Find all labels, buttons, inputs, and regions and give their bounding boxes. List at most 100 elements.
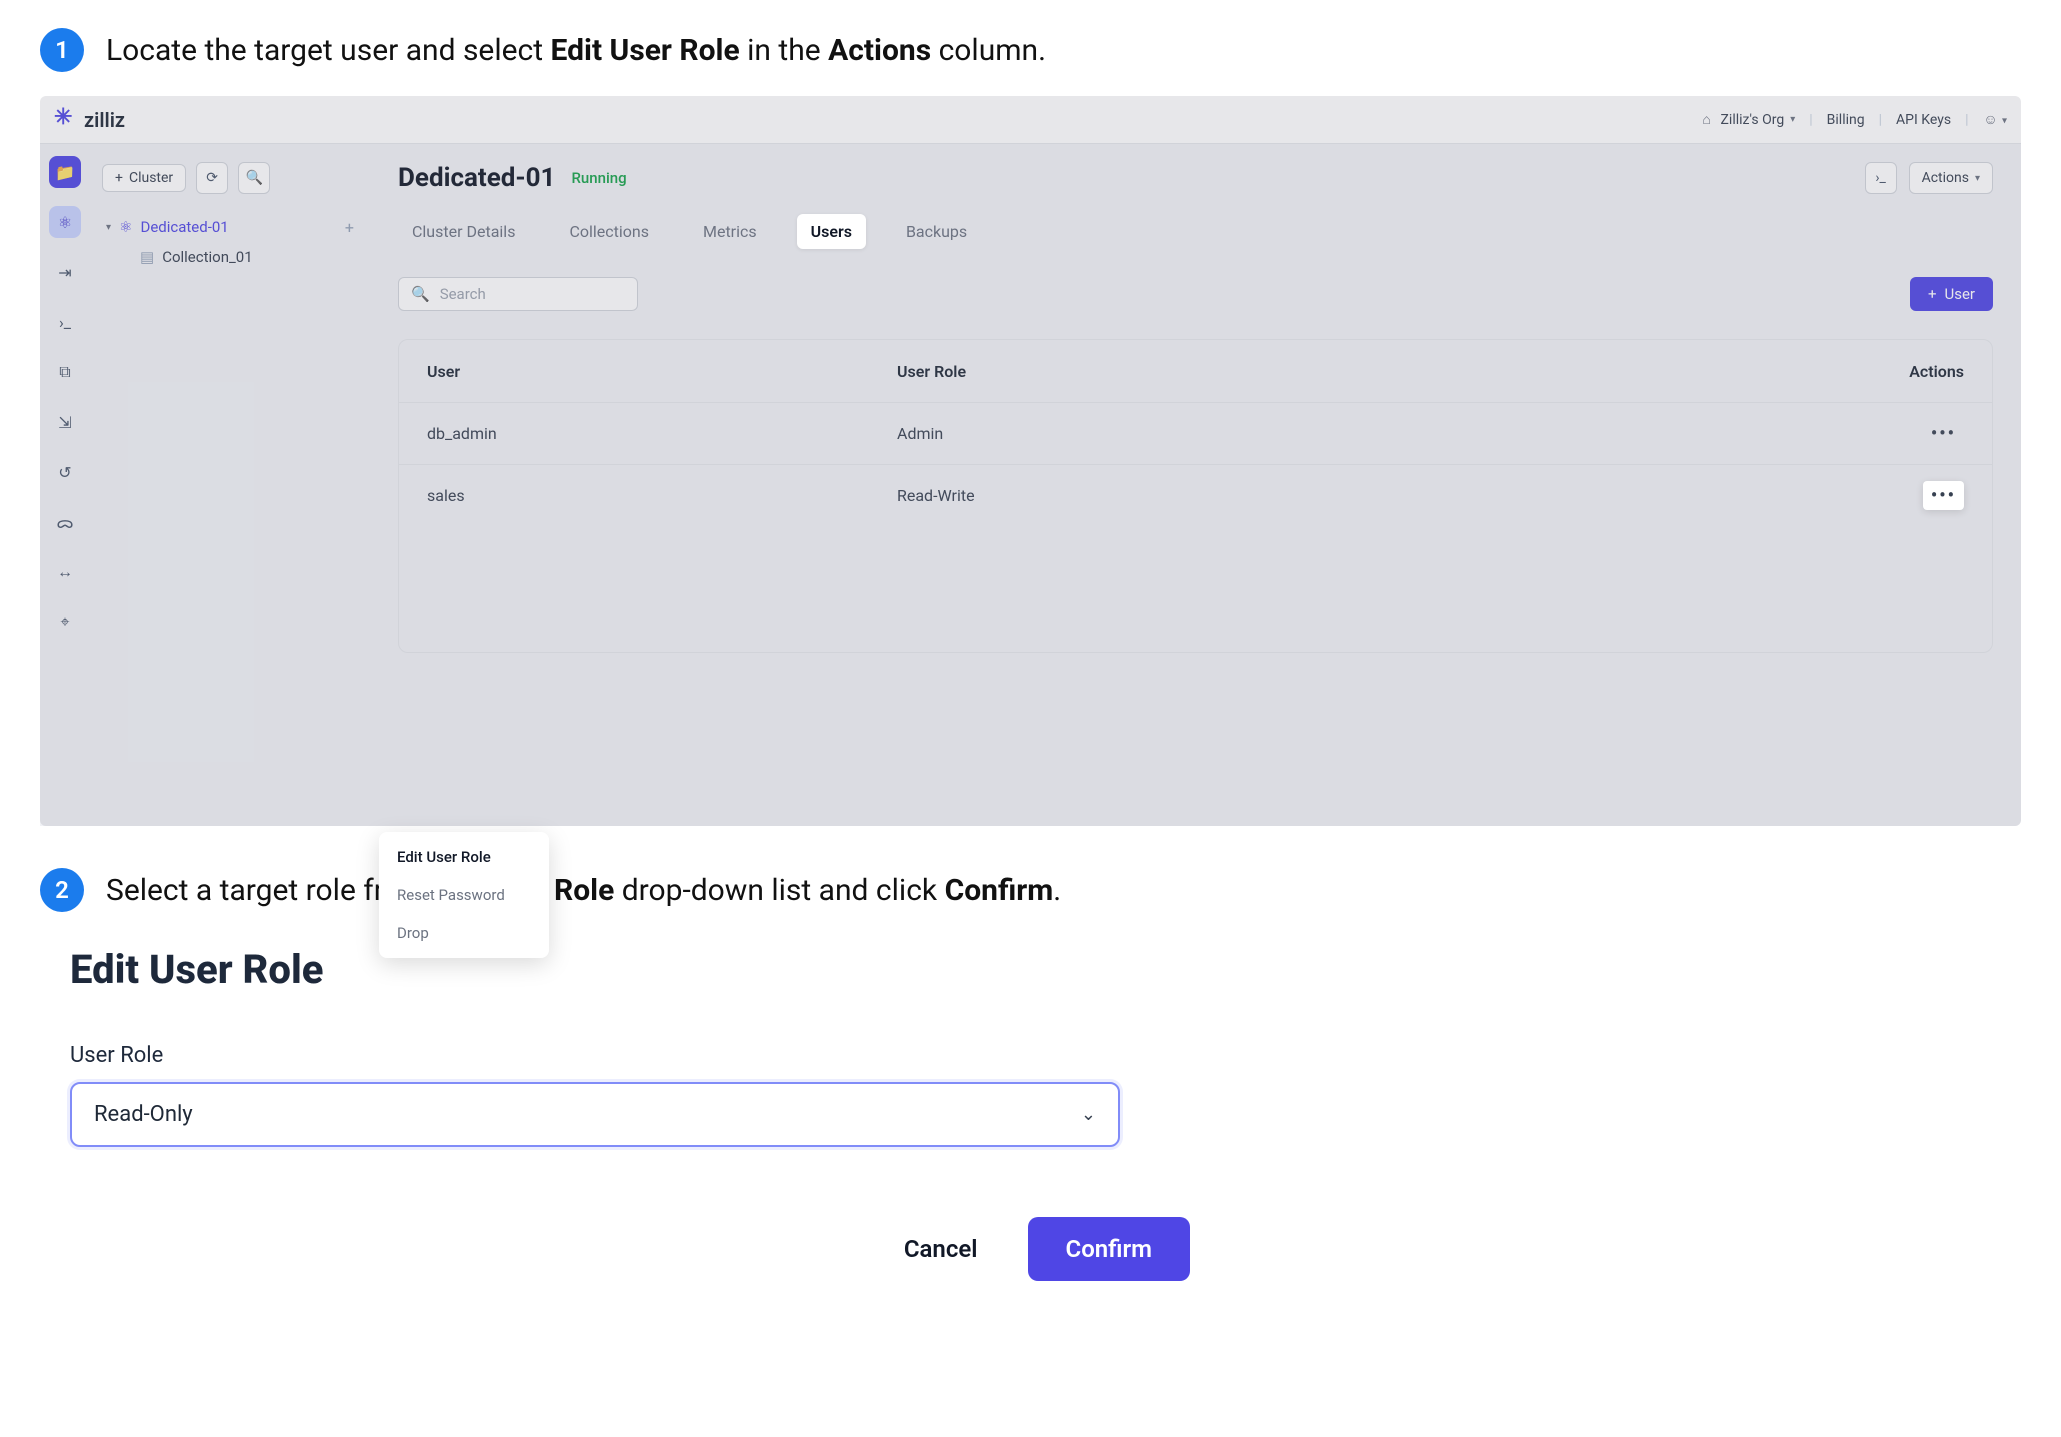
dialog-title: Edit User Role <box>70 946 1130 993</box>
actions-dropdown[interactable]: Actions ▾ <box>1909 162 1993 194</box>
step-2-badge: 2 <box>40 868 84 912</box>
cli-button[interactable]: ›_ <box>1865 162 1897 194</box>
actions-label: Actions <box>1922 170 1969 186</box>
tree-cluster-row[interactable]: ▾ ⚛ Dedicated-01 + <box>102 212 358 242</box>
rail-graph[interactable]: ⚛ <box>49 206 81 238</box>
col-user: User <box>427 362 897 381</box>
search-placeholder: Search <box>440 285 486 303</box>
edit-user-role-dialog: Edit User Role User Role Read-Only ⌄ Can… <box>40 936 1160 1281</box>
step-2-text: Select a target role from the User Role … <box>106 873 1061 908</box>
rail-copy[interactable]: ⧉ <box>49 356 81 388</box>
plus-icon: + <box>115 170 123 186</box>
tab-metrics[interactable]: Metrics <box>689 214 771 249</box>
chevron-down-icon: ▾ <box>1975 173 1980 184</box>
status-badge: Running <box>571 169 626 187</box>
chevron-down-icon: ▾ <box>2002 116 2007 127</box>
step-1-badge: 1 <box>40 28 84 72</box>
folder-icon: 📁 <box>55 163 75 182</box>
col-role: User Role <box>897 362 1864 381</box>
brand-logo[interactable]: zilliz <box>54 108 125 132</box>
history-icon: ↺ <box>58 463 71 482</box>
top-bar: zilliz ⌂ Zilliz's Org ▾ | Billing | API … <box>40 96 2021 144</box>
rail-import[interactable]: ⇲ <box>49 406 81 438</box>
sidebar: + Cluster ⟳ 🔍 ▾ ⚛ Dedicated-01 + ▤ Colle… <box>90 144 370 826</box>
main-area: Dedicated-01 Running ›_ Actions ▾ Cluste… <box>370 144 2021 826</box>
refresh-button[interactable]: ⟳ <box>196 162 228 194</box>
tab-users[interactable]: Users <box>797 214 866 249</box>
rail-terminal[interactable]: ›_ <box>49 306 81 338</box>
import-icon: ⇲ <box>58 413 71 432</box>
bug-icon: ⌖ <box>60 612 69 632</box>
terminal-icon: ›_ <box>1875 170 1886 186</box>
building-icon: ⌂ <box>1699 112 1715 128</box>
search-input[interactable]: 🔍 Search <box>398 277 638 311</box>
copy-icon: ⧉ <box>59 362 70 382</box>
table-row: sales Read-Write ••• <box>399 464 1992 526</box>
tree-cluster-label: Dedicated-01 <box>140 218 228 236</box>
rail-folder[interactable]: 📁 <box>49 156 81 188</box>
add-user-button[interactable]: + User <box>1910 277 1993 311</box>
collection-icon: ▤ <box>140 248 154 266</box>
menu-edit-user-role[interactable]: Edit User Role <box>379 838 549 876</box>
rail-api[interactable]: ↔ <box>49 556 81 588</box>
graph-icon: ⚛ <box>58 213 72 232</box>
api-keys-link[interactable]: API Keys <box>1896 112 1951 128</box>
tab-backups[interactable]: Backups <box>892 214 981 249</box>
chevron-down-icon: ▾ <box>1790 114 1795 125</box>
cluster-icon: ⚛ <box>119 218 132 236</box>
refresh-icon: ⟳ <box>206 170 218 186</box>
logo-icon <box>54 109 76 131</box>
add-collection-icon[interactable]: + <box>345 218 354 237</box>
select-value: Read-Only <box>94 1102 193 1127</box>
org-switcher[interactable]: ⌂ Zilliz's Org ▾ <box>1699 112 1796 128</box>
col-actions: Actions <box>1864 362 1964 381</box>
tab-bar: Cluster Details Collections Metrics User… <box>398 214 1993 249</box>
add-cluster-label: Cluster <box>129 170 173 186</box>
rail-history[interactable]: ↺ <box>49 456 81 488</box>
tree-collection-row[interactable]: ▤ Collection_01 <box>136 242 358 272</box>
topbar-right: ⌂ Zilliz's Org ▾ | Billing | API Keys | … <box>1699 111 2007 128</box>
step-1-text: Locate the target user and select Edit U… <box>106 33 1046 68</box>
tab-cluster-details[interactable]: Cluster Details <box>398 214 529 249</box>
arrow-in-icon: ⇥ <box>58 263 71 282</box>
cancel-button[interactable]: Cancel <box>894 1221 988 1277</box>
table-header: User User Role Actions <box>399 340 1992 402</box>
cell-role: Read-Write <box>897 486 1864 505</box>
confirm-button[interactable]: Confirm <box>1028 1217 1191 1281</box>
users-table: User User Role Actions db_admin Admin ••… <box>398 339 1993 653</box>
actions-popover: Edit User Role Reset Password Drop <box>379 832 549 958</box>
add-cluster-button[interactable]: + Cluster <box>102 164 186 192</box>
screenshot-panel: zilliz ⌂ Zilliz's Org ▾ | Billing | API … <box>40 96 2021 826</box>
plus-icon: + <box>1928 285 1937 303</box>
chevron-down-icon: ⌄ <box>1081 1104 1096 1125</box>
rail-migrate[interactable]: ⇥ <box>49 256 81 288</box>
menu-drop[interactable]: Drop <box>379 914 549 952</box>
rail-users[interactable]: ᯅ <box>49 506 81 538</box>
chevron-down-icon: ▾ <box>106 222 111 233</box>
user-role-select[interactable]: Read-Only ⌄ <box>70 1082 1120 1147</box>
user-menu[interactable]: ☺ ▾ <box>1982 111 2007 128</box>
terminal-icon: ›_ <box>59 313 71 332</box>
row-actions-menu[interactable]: ••• <box>1923 481 1964 510</box>
users-icon: ᯅ <box>56 511 73 533</box>
search-icon: 🔍 <box>245 170 262 186</box>
brand-name: zilliz <box>84 108 125 132</box>
user-icon: ☺ <box>1982 111 1998 127</box>
page-title: Dedicated-01 <box>398 163 555 193</box>
search-button[interactable]: 🔍 <box>238 162 270 194</box>
code-icon: ↔ <box>57 562 73 582</box>
row-actions-menu[interactable]: ••• <box>1923 419 1964 448</box>
org-label: Zilliz's Org <box>1721 112 1785 128</box>
nav-rail: 📁 ⚛ ⇥ ›_ ⧉ ⇲ ↺ ᯅ ↔ ⌖ <box>40 144 90 826</box>
add-user-label: User <box>1944 285 1975 303</box>
search-icon: 🔍 <box>411 285 430 303</box>
cell-user: sales <box>427 486 897 505</box>
cell-role: Admin <box>897 424 1864 443</box>
cell-user: db_admin <box>427 424 897 443</box>
tab-collections[interactable]: Collections <box>555 214 663 249</box>
user-role-label: User Role <box>70 1043 1130 1068</box>
rail-debug[interactable]: ⌖ <box>49 606 81 638</box>
table-row: db_admin Admin ••• <box>399 402 1992 464</box>
billing-link[interactable]: Billing <box>1827 112 1865 128</box>
menu-reset-password[interactable]: Reset Password <box>379 876 549 914</box>
